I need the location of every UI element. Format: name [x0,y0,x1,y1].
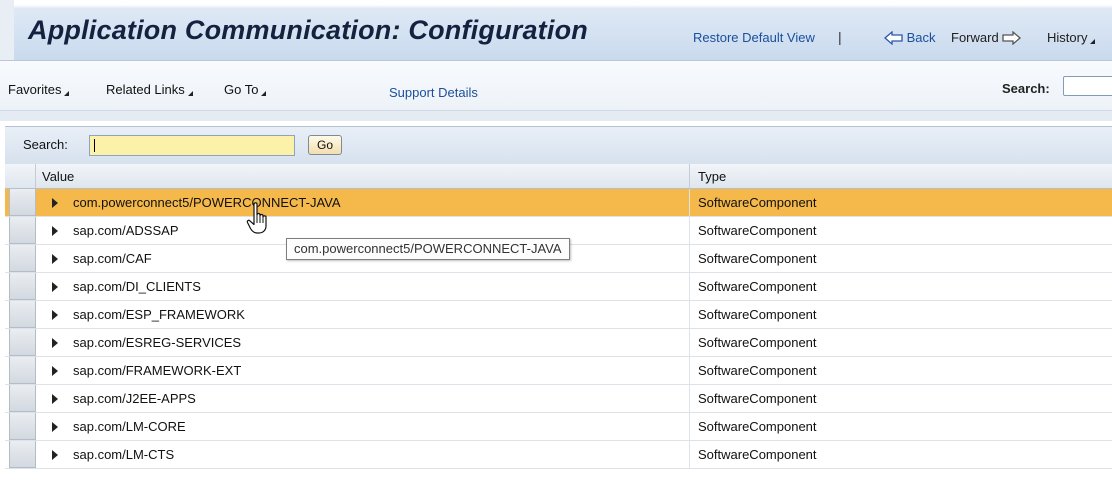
row-value: sap.com/DI_CLIENTS [73,279,201,294]
table-row[interactable]: com.powerconnect5/POWERCONNECT-JAVA Soft… [5,189,1112,217]
expand-triangle-icon[interactable] [52,310,58,320]
menu-bar: Favorites Related Links Go To Support De… [0,60,1112,111]
table-row[interactable]: sap.com/ESREG-SERVICES SoftwareComponent [5,329,1112,357]
cell-divider [689,189,690,216]
forward-button[interactable]: Forward [951,30,1022,45]
cell-divider [689,385,690,412]
select-all-cell[interactable] [5,164,36,188]
table-row[interactable]: sap.com/LM-CORE SoftwareComponent [5,413,1112,441]
expand-triangle-icon[interactable] [52,226,58,236]
row-selector[interactable] [9,273,36,300]
row-selector[interactable] [9,441,36,468]
expand-triangle-icon[interactable] [52,366,58,376]
dropdown-caret-icon [187,91,193,96]
expand-triangle-icon[interactable] [52,338,58,348]
table-row[interactable]: sap.com/J2EE-APPS SoftwareComponent [5,385,1112,413]
row-selector[interactable] [9,357,36,384]
go-to-menu[interactable]: Go To [224,82,267,97]
table-header: Value Type [5,164,1112,189]
row-type: SoftwareComponent [698,251,817,266]
row-type: SoftwareComponent [698,419,817,434]
related-links-label: Related Links [106,82,185,97]
dropdown-caret-icon [261,91,267,96]
global-search-label: Search: [1002,81,1050,96]
history-menu[interactable]: History [1047,30,1096,45]
dropdown-caret-icon [1090,39,1096,44]
tooltip: com.powerconnect5/POWERCONNECT-JAVA [286,238,570,260]
row-value: sap.com/LM-CORE [73,419,186,434]
expand-triangle-icon[interactable] [52,198,58,208]
column-divider[interactable] [689,164,690,188]
row-value: com.powerconnect5/POWERCONNECT-JAVA [73,195,341,210]
expand-triangle-icon[interactable] [52,394,58,404]
row-type: SoftwareComponent [698,363,817,378]
expand-triangle-icon[interactable] [52,422,58,432]
back-label: Back [906,30,936,45]
history-label: History [1047,30,1088,45]
row-value: sap.com/J2EE-APPS [73,391,196,406]
page-header: Application Communication: Configuration… [0,0,1112,60]
table-row[interactable]: sap.com/DI_CLIENTS SoftwareComponent [5,273,1112,301]
cell-divider [689,217,690,244]
expand-triangle-icon[interactable] [52,450,58,460]
header-separator: | [838,29,842,45]
row-type: SoftwareComponent [698,195,817,210]
back-button[interactable]: Back [884,30,936,45]
go-button[interactable]: Go [308,135,342,155]
row-selector[interactable] [9,245,36,272]
row-type: SoftwareComponent [698,307,817,322]
forward-label: Forward [951,30,999,45]
table-row[interactable]: sap.com/FRAMEWORK-EXT SoftwareComponent [5,357,1112,385]
go-to-label: Go To [224,82,259,97]
row-type: SoftwareComponent [698,279,817,294]
hand-pointer-icon [246,202,267,234]
row-value: sap.com/ADSSAP [73,223,179,238]
row-type: SoftwareComponent [698,391,817,406]
restore-default-view-link[interactable]: Restore Default View [693,30,815,45]
text-caret [94,139,95,152]
cell-divider [689,413,690,440]
row-selector[interactable] [9,301,36,328]
table-toolbar: Search: Go [5,126,1112,166]
expand-triangle-icon[interactable] [52,282,58,292]
row-type: SoftwareComponent [698,335,817,350]
row-selector[interactable] [9,329,36,356]
back-arrow-icon [884,31,903,45]
dropdown-caret-icon [64,91,70,96]
row-type: SoftwareComponent [698,447,817,462]
row-value: sap.com/ESREG-SERVICES [73,335,242,350]
forward-arrow-icon [1002,31,1022,45]
page-title: Application Communication: Configuration [28,15,588,45]
global-search-input[interactable] [1063,76,1112,96]
row-type: SoftwareComponent [698,223,817,238]
cell-divider [689,329,690,356]
row-value: sap.com/CAF [73,251,152,266]
support-details-link[interactable]: Support Details [389,85,478,100]
table-body: com.powerconnect5/POWERCONNECT-JAVA Soft… [5,189,1112,469]
column-header-type[interactable]: Type [698,169,726,184]
row-selector[interactable] [9,189,36,216]
divider-strip [0,110,1112,121]
expand-triangle-icon[interactable] [52,254,58,264]
cell-divider [689,301,690,328]
row-value: sap.com/FRAMEWORK-EXT [73,363,242,378]
row-value: sap.com/LM-CTS [73,447,175,462]
row-value: sap.com/ESP_FRAMEWORK [73,307,245,322]
cell-divider [689,273,690,300]
column-header-value[interactable]: Value [42,169,74,184]
favorites-menu[interactable]: Favorites [8,82,70,97]
related-links-menu[interactable]: Related Links [106,82,193,97]
favorites-label: Favorites [8,82,62,97]
cell-divider [689,441,690,468]
table-search-label: Search: [23,137,68,152]
row-selector[interactable] [9,217,36,244]
cell-divider [689,245,690,272]
table-search-input[interactable] [89,135,295,156]
table-row[interactable]: sap.com/ESP_FRAMEWORK SoftwareComponent [5,301,1112,329]
cell-divider [689,357,690,384]
row-selector[interactable] [9,413,36,440]
row-selector[interactable] [9,385,36,412]
table-row[interactable]: sap.com/LM-CTS SoftwareComponent [5,441,1112,469]
